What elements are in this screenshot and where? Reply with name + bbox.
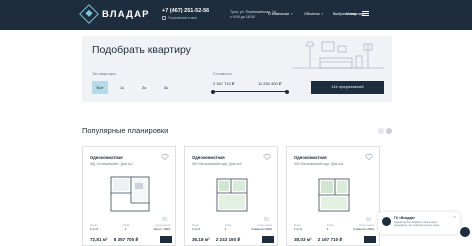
plan-badge [366, 217, 371, 221]
card-address: ЖК «Батышевский сад». Дом №4 [294, 162, 344, 166]
card-price: 2 167 710 ₽ [317, 236, 343, 242]
card-col-values: 1 из 6 1 4 квартал 2024 [192, 227, 272, 231]
nav-item-objects[interactable]: Объекты ▾ [304, 12, 323, 16]
card-footer: 36,18 м² 2 243 160 ₽ [192, 236, 274, 243]
heart-icon[interactable] [263, 153, 271, 161]
col-value: Август 2023 [153, 227, 170, 231]
section-title: Популярные планировки [82, 126, 169, 135]
callback-label: Перезвоните мне [168, 16, 198, 20]
card-type: Однокомнатная [294, 155, 327, 160]
heart-icon[interactable] [161, 153, 169, 161]
card-more-button[interactable] [364, 236, 376, 243]
card-area: 36,18 м² [192, 237, 210, 242]
col-value: 1 из 6 [192, 227, 201, 231]
callback-link[interactable]: Перезвоните мне [162, 16, 197, 20]
card-area: 72,81 м² [90, 237, 108, 242]
room-filter-1k[interactable]: 1к [114, 81, 130, 94]
plan-card[interactable]: Однокомнатная ЖК «Батышевский сад». Дом … [184, 146, 278, 246]
logo-text: ВЛАДАР [102, 8, 150, 20]
card-more-button[interactable] [262, 236, 274, 243]
card-col-values: 1 из 6 1 Август 2023 [90, 227, 170, 231]
col-value: 1 [224, 227, 227, 231]
nav-label: Объекты [304, 12, 320, 16]
card-footer: 38,03 м² 2 167 710 ₽ [294, 236, 376, 243]
chat-message: Здравствуйте! Задайте свой вопрос менедж… [394, 221, 440, 228]
avatar [382, 217, 391, 226]
room-filter-3k[interactable]: 3к [158, 81, 174, 94]
chevron-down-icon: ▾ [321, 12, 324, 16]
menu-label[interactable]: Меню [346, 12, 356, 16]
price-slider-min-handle[interactable] [211, 89, 215, 94]
show-offers-button[interactable]: 144 предложений [311, 81, 384, 94]
prev-arrow-icon[interactable] [378, 128, 384, 134]
burger-menu-icon[interactable] [362, 11, 369, 17]
phone-number[interactable]: +7 (467) 251-52-56 [162, 8, 209, 14]
plan-card[interactable]: Однокомнатная ЖД «Солнцевский». Дом №1 Э… [82, 146, 176, 246]
card-address: ЖК «Батышевский сад». Дом №3 [192, 162, 242, 166]
col-value: 1 из 6 [294, 227, 303, 231]
floor-plan-image [318, 178, 350, 212]
chat-button-icon[interactable] [460, 227, 470, 237]
floor-plan-image [216, 178, 248, 212]
floor-plan-image [110, 176, 150, 212]
card-col-values: 1 из 6 1 4 квартал 2024 [294, 227, 374, 231]
chat-name: ГК «Владар» [394, 216, 416, 220]
site-header: ВЛАДАР +7 (467) 251-52-56 Перезвоните мн… [0, 0, 472, 30]
page: ВЛАДАР +7 (467) 251-52-56 Перезвоните мн… [0, 0, 472, 246]
price-max: 11 252 400 ₽ [258, 81, 282, 86]
cost-label: Стоимость [213, 72, 233, 76]
col-value: 1 [124, 227, 127, 231]
card-price: 8 357 700 ₽ [113, 236, 139, 242]
next-arrow-icon[interactable] [386, 128, 392, 134]
card-address: ЖД «Солнцевский». Дом №1 [90, 162, 133, 166]
col-value: 4 квартал 2024 [353, 227, 374, 231]
card-type: Однокомнатная [192, 155, 225, 160]
price-min: 2 167 710 ₽ [213, 81, 235, 86]
plan-badge [264, 217, 269, 221]
room-filter-2k[interactable]: 2к [136, 81, 152, 94]
plan-badge [162, 217, 167, 221]
chevron-down-icon: ▾ [290, 12, 293, 16]
page-title: Подобрать квартиру [92, 44, 191, 56]
col-value: 1 из 6 [90, 227, 99, 231]
nav-label: О компании [268, 12, 289, 16]
heart-icon[interactable] [365, 153, 373, 161]
col-value: 1 [326, 227, 329, 231]
nav-item-about[interactable]: О компании ▾ [268, 12, 292, 16]
room-filter-all[interactable]: Все [92, 81, 108, 94]
rooms-label: Тип квартиры [92, 72, 116, 76]
col-value: 4 квартал 2024 [251, 227, 272, 231]
card-more-button[interactable] [160, 236, 172, 243]
card-area: 38,03 м² [294, 237, 312, 242]
card-type: Однокомнатная [90, 155, 123, 160]
card-footer: 72,81 м² 8 357 700 ₽ [90, 236, 172, 243]
price-slider-max-handle[interactable] [285, 89, 289, 94]
flat-picker: Подобрать квартиру Тип квартиры Все 1к 2… [82, 36, 392, 102]
phone-icon [162, 16, 166, 20]
room-illustration-icon [292, 41, 384, 69]
price-slider-track[interactable] [213, 91, 287, 92]
close-icon[interactable]: ✕ [453, 215, 456, 219]
chat-popup[interactable]: ГК «Владар» Здравствуйте! Задайте свой в… [378, 212, 460, 234]
logo[interactable]: ВЛАДАР [79, 4, 150, 24]
plan-card[interactable]: Однокомнатная ЖК «Батышевский сад». Дом … [286, 146, 380, 246]
logo-icon [79, 4, 99, 24]
card-price: 2 243 160 ₽ [215, 236, 241, 242]
